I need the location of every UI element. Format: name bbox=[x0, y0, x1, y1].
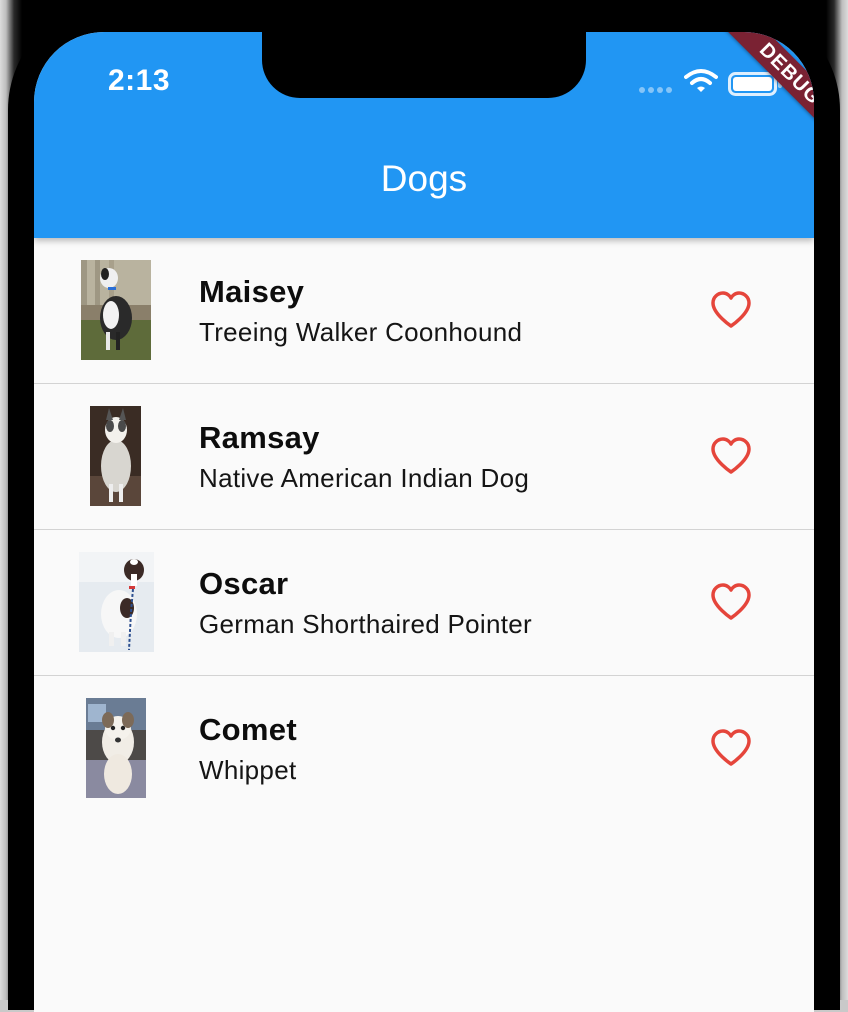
dog-breed: Native American Indian Dog bbox=[199, 463, 530, 493]
dog-photo bbox=[79, 552, 154, 652]
dog-breed: Whippet bbox=[199, 755, 297, 785]
list-item[interactable]: Maisey Treeing Walker Coonhound bbox=[34, 238, 814, 384]
dog-breed: Treeing Walker Coonhound bbox=[199, 317, 523, 347]
debug-banner: DEBUG bbox=[694, 32, 814, 152]
heart-outline-icon[interactable] bbox=[710, 728, 752, 768]
heart-outline-icon[interactable] bbox=[710, 582, 752, 622]
list-item[interactable]: Oscar German Shorthaired Pointer bbox=[34, 530, 814, 676]
heart-outline-icon[interactable] bbox=[710, 290, 752, 330]
dog-photo bbox=[81, 260, 151, 360]
phone-screen: 2:13 DEBUG Dogs Maisey Treeing Walker Co… bbox=[34, 32, 814, 1012]
dog-name: Comet bbox=[199, 712, 297, 747]
dog-name: Oscar bbox=[199, 566, 289, 601]
list-item[interactable]: Comet Whippet bbox=[34, 676, 814, 821]
notch bbox=[262, 32, 586, 98]
dog-photo bbox=[86, 698, 146, 798]
dog-photo bbox=[90, 406, 141, 506]
dog-name: Ramsay bbox=[199, 420, 320, 455]
cellular-icon bbox=[639, 87, 672, 93]
dog-name: Maisey bbox=[199, 274, 305, 309]
dog-breed: German Shorthaired Pointer bbox=[199, 609, 532, 639]
list-item[interactable]: Ramsay Native American Indian Dog bbox=[34, 384, 814, 530]
status-time: 2:13 bbox=[108, 64, 171, 97]
heart-outline-icon[interactable] bbox=[710, 436, 752, 476]
page-title: Dogs bbox=[380, 158, 468, 199]
debug-banner-label: DEBUG bbox=[723, 32, 814, 141]
dog-list: Maisey Treeing Walker Coonhound Ramsay N… bbox=[34, 238, 814, 821]
